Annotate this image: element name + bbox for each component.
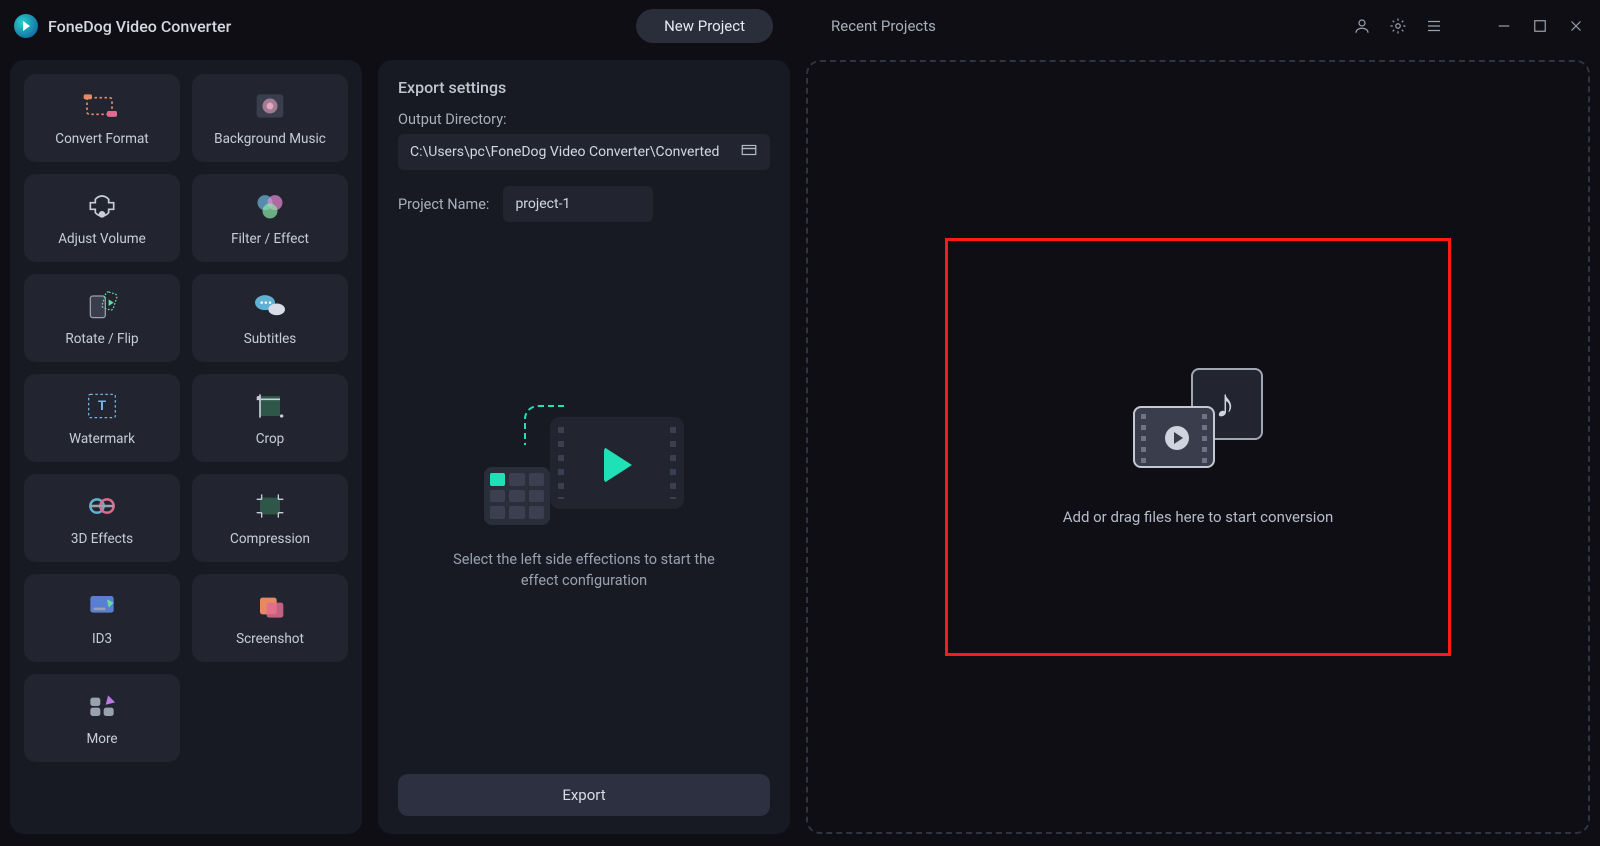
settings-icon[interactable] <box>1388 16 1408 36</box>
tool-3d-effects[interactable]: 3D Effects <box>24 474 180 562</box>
browse-folder-icon[interactable] <box>740 141 758 163</box>
tool-background-music[interactable]: Background Music <box>192 74 348 162</box>
background-music-icon <box>250 89 290 123</box>
media-art-icon <box>1133 368 1263 468</box>
tool-label: 3D Effects <box>71 531 133 547</box>
tool-label: Rotate / Flip <box>65 331 138 347</box>
tool-label: More <box>86 731 117 747</box>
rotate-flip-icon <box>82 289 122 323</box>
subtitles-icon <box>250 289 290 323</box>
minimize-button[interactable] <box>1494 16 1514 36</box>
app-title: FoneDog Video Converter <box>48 17 231 36</box>
tab-recent-projects[interactable]: Recent Projects <box>803 9 964 43</box>
tool-adjust-volume[interactable]: Adjust Volume <box>24 174 180 262</box>
tool-label: Subtitles <box>244 331 297 347</box>
tool-more[interactable]: More <box>24 674 180 762</box>
crop-icon <box>250 389 290 423</box>
project-tabs: New Project Recent Projects <box>636 9 964 43</box>
effect-placeholder-hint: Select the left side effections to start… <box>434 549 734 591</box>
tool-label: Convert Format <box>55 131 148 147</box>
export-button[interactable]: Export <box>398 774 770 816</box>
output-dir-label: Output Directory: <box>398 111 770 128</box>
screenshot-icon <box>250 589 290 623</box>
tool-label: Screenshot <box>236 631 304 647</box>
drop-zone[interactable]: Add or drag files here to start conversi… <box>806 60 1590 834</box>
tool-filter-effect[interactable]: Filter / Effect <box>192 174 348 262</box>
adjust-volume-icon <box>82 189 122 223</box>
tool-label: Filter / Effect <box>231 231 309 247</box>
filter-effect-icon <box>250 189 290 223</box>
output-dir-value: C:\Users\pc\FoneDog Video Converter\Conv… <box>410 144 719 160</box>
tool-subtitles[interactable]: Subtitles <box>192 274 348 362</box>
export-panel: Export settings Output Directory: C:\Use… <box>378 60 790 834</box>
close-button[interactable] <box>1566 16 1586 36</box>
titlebar: FoneDog Video Converter New Project Rece… <box>0 0 1600 52</box>
tool-screenshot[interactable]: Screenshot <box>192 574 348 662</box>
menu-icon[interactable] <box>1424 16 1444 36</box>
tool-rotate-flip[interactable]: Rotate / Flip <box>24 274 180 362</box>
tool-label: Adjust Volume <box>58 231 146 247</box>
watermark-icon: T <box>82 389 122 423</box>
tool-label: Watermark <box>69 431 135 447</box>
tool-compression[interactable]: Compression <box>192 474 348 562</box>
account-icon[interactable] <box>1352 16 1372 36</box>
export-heading: Export settings <box>398 78 770 97</box>
tool-id3[interactable]: ID3 <box>24 574 180 662</box>
compression-icon <box>250 489 290 523</box>
tool-watermark[interactable]: T Watermark <box>24 374 180 462</box>
maximize-button[interactable] <box>1530 16 1550 36</box>
tool-label: Background Music <box>214 131 326 147</box>
convert-format-icon <box>82 89 122 123</box>
tab-new-project[interactable]: New Project <box>636 9 773 43</box>
tools-panel: Convert Format Background Music Adjust Vol… <box>10 60 362 834</box>
more-icon <box>82 689 122 723</box>
tool-label: Compression <box>230 531 310 547</box>
svg-text:T: T <box>98 399 106 414</box>
project-name-field[interactable]: project-1 <box>503 186 653 222</box>
tool-label: Crop <box>256 431 285 447</box>
tool-crop[interactable]: Crop <box>192 374 348 462</box>
project-name-value: project-1 <box>515 196 570 212</box>
project-name-label: Project Name: <box>398 196 489 213</box>
effect-placeholder: Select the left side effections to start… <box>398 222 770 774</box>
tool-convert-format[interactable]: Convert Format <box>24 74 180 162</box>
app-logo-icon <box>14 14 38 38</box>
output-dir-field[interactable]: C:\Users\pc\FoneDog Video Converter\Conv… <box>398 134 770 170</box>
effect-placeholder-art <box>484 405 684 525</box>
id3-icon <box>82 589 122 623</box>
3d-effects-icon <box>82 489 122 523</box>
tool-label: ID3 <box>92 631 112 647</box>
